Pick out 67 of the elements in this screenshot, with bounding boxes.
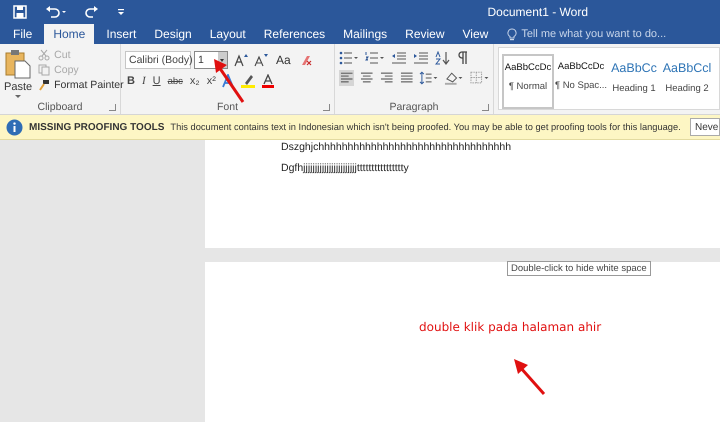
shrink-font-icon[interactable] (254, 53, 268, 67)
format-button[interactable]: U (150, 75, 163, 87)
group-label: Paragraph (389, 101, 439, 113)
clipboard-icon (5, 49, 32, 79)
ribbon-tab[interactable]: Mailings (334, 24, 396, 44)
change-case-button[interactable]: Aa (274, 53, 293, 67)
customize-icon[interactable] (117, 7, 125, 17)
increase-indent-icon[interactable] (413, 51, 429, 65)
format-button[interactable]: abc (166, 76, 185, 86)
borders-icon[interactable] (470, 71, 490, 85)
dialog-launcher-icon[interactable] (323, 104, 330, 111)
style-item[interactable]: AaBbCcDc ¶ Normal (502, 54, 554, 109)
font-family-dropdown[interactable]: Calibri (Body) (125, 51, 191, 69)
justify-icon[interactable] (400, 71, 414, 85)
style-item[interactable]: AaBbCc Heading 1 (608, 54, 660, 109)
format-button[interactable]: x² (204, 75, 218, 87)
copy-icon (38, 64, 50, 76)
style-item[interactable]: AaBbCcl Heading 2 (661, 54, 713, 109)
redo-icon[interactable] (85, 5, 99, 19)
align-center-icon[interactable] (360, 71, 374, 85)
align-right-icon[interactable] (380, 71, 394, 85)
highlighter-icon[interactable] (240, 74, 258, 88)
ribbon-tab[interactable]: File (4, 24, 42, 44)
ribbon-tab[interactable]: Layout (200, 24, 255, 44)
ribbon-tab[interactable]: View (454, 24, 498, 44)
dialog-launcher-icon[interactable] (482, 104, 489, 111)
never-button[interactable]: Neve (690, 118, 720, 136)
ribbon-tab[interactable]: References (254, 24, 334, 44)
lightbulb-icon (507, 28, 518, 40)
document-text: Dszghjchhhhhhhhhhhhhhhhhhhhhhhhhhhhhhhhh (281, 140, 512, 155)
annotation-text: double klik pada halaman ahir (419, 320, 602, 334)
tooltip: Double-click to hide white space (507, 261, 651, 276)
window-title: Document1 - Word (488, 5, 588, 19)
decrease-indent-icon[interactable] (391, 51, 407, 65)
ribbon-tab[interactable]: Review (396, 24, 454, 44)
group-label: Font (216, 101, 238, 113)
caret-icon (15, 95, 22, 98)
message-text: This document contains text in Indonesian which isn't being proofed. You may be able to get proofing tools for this language. (170, 122, 681, 132)
dialog-launcher-icon[interactable] (109, 104, 116, 111)
grow-font-icon[interactable] (234, 53, 248, 67)
info-icon (6, 118, 23, 136)
style-item[interactable]: AaBbCcDc ¶ No Spac... (555, 54, 607, 109)
save-icon[interactable] (13, 5, 27, 19)
format-button[interactable]: I (140, 75, 148, 87)
pilcrow-icon[interactable] (457, 51, 469, 65)
message-title: MISSING PROOFING TOOLS (29, 122, 164, 132)
line-spacing-icon[interactable] (419, 71, 438, 85)
annotation-arrow (512, 358, 546, 396)
sort-icon[interactable] (435, 51, 451, 65)
paintbrush-icon (38, 79, 50, 91)
bullets-icon[interactable] (339, 51, 359, 65)
format-button[interactable]: B (125, 75, 137, 87)
undo-icon[interactable] (45, 5, 67, 19)
tell-me-field[interactable]: Tell me what you want to do... (507, 24, 692, 44)
shading-icon[interactable] (444, 71, 464, 85)
paste-button[interactable]: Paste (4, 47, 32, 100)
ribbon-tab[interactable]: Home (44, 24, 94, 44)
scissors-icon (38, 49, 50, 61)
numbering-icon[interactable] (365, 51, 385, 65)
clipboard-command[interactable]: Format Painter (38, 79, 124, 91)
document-text: Dgfhjjjjjjjjjjjjjjjjjjjjjjjtttttttttttttttty (281, 161, 410, 176)
ribbon-tab[interactable]: Insert (97, 24, 146, 44)
format-button[interactable]: x₂ (188, 75, 202, 87)
align-left-icon[interactable] (339, 70, 354, 86)
font-color-icon[interactable] (260, 74, 277, 88)
ribbon-tab[interactable]: Design (145, 24, 201, 44)
group-label: Clipboard (38, 101, 82, 113)
